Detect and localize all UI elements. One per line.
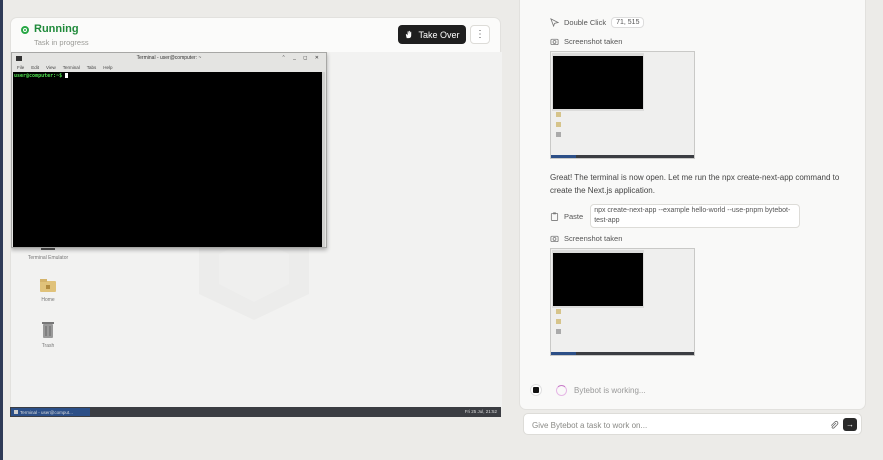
desktop-icon-label: Home: [41, 297, 55, 303]
chat-panel: Double Click 71, 515 Screenshot taken Gr…: [519, 0, 866, 410]
take-over-label: Take Over: [418, 29, 460, 40]
screenshot-label: Screenshot taken: [564, 234, 623, 243]
screenshot-row: Screenshot taken: [550, 37, 622, 46]
screenshot-row: Screenshot taken: [550, 234, 622, 243]
menu-file[interactable]: File: [17, 65, 24, 70]
paste-label: Paste: [564, 211, 584, 221]
chat-input-box: →: [523, 413, 862, 435]
bytebot-avatar-icon: [530, 384, 542, 396]
terminal-menubar: File Edit View Terminal Tabs Help: [12, 63, 326, 71]
taskbar-item-terminal[interactable]: Terminal - user@comput...: [11, 408, 90, 416]
clipboard-icon: [550, 211, 559, 221]
home-folder-icon: [40, 279, 56, 292]
more-vertical-icon: ⋮: [475, 29, 485, 40]
terminal-title: Terminal - user@computer: ~: [136, 55, 202, 61]
action-paste: Paste npx create-next-app --example hell…: [550, 204, 801, 228]
terminal-window[interactable]: Terminal - user@computer: ~ ⌃ _ ◻ ✕ File…: [11, 52, 327, 248]
camera-icon: [550, 38, 559, 46]
terminal-titlebar[interactable]: Terminal - user@computer: ~ ⌃ _ ◻ ✕: [12, 53, 326, 63]
take-over-button[interactable]: Take Over: [398, 25, 466, 44]
taskbar-item-label: Terminal - user@comput...: [20, 409, 73, 415]
remote-desktop[interactable]: Terminal Emulator Home Trash Terminal - …: [11, 52, 502, 408]
trash-icon: [42, 322, 54, 338]
screenshot-thumbnail[interactable]: [550, 248, 695, 356]
status-title: Running: [34, 23, 79, 35]
menu-edit[interactable]: Edit: [31, 65, 39, 70]
send-button[interactable]: →: [843, 418, 857, 431]
screenshot-label: Screenshot taken: [564, 37, 623, 46]
screenshot-thumbnail[interactable]: [550, 51, 695, 159]
desktop-panel: Running Task in progress Take Over ⋮ Ter…: [10, 17, 502, 417]
arrow-right-icon: →: [846, 420, 854, 429]
menu-tabs[interactable]: Tabs: [87, 65, 97, 70]
action-double-click: Double Click 71, 515: [550, 17, 645, 28]
coords-badge: 71, 515: [611, 17, 645, 28]
desktop-icon-home[interactable]: Home: [23, 279, 73, 303]
desktop-icon-trash[interactable]: Trash: [23, 322, 73, 349]
status-indicator-icon: [21, 26, 29, 34]
hand-icon: [406, 30, 412, 39]
taskbar-clock: Fri 25 Jul, 21:52: [464, 409, 497, 414]
working-text: Bytebot is working...: [574, 385, 646, 395]
cursor-click-icon: [550, 18, 559, 27]
desktop-icon-label: Trash: [41, 343, 55, 349]
more-options-button[interactable]: ⋮: [470, 25, 490, 44]
working-indicator: Bytebot is working...: [530, 384, 646, 396]
menu-view[interactable]: View: [46, 65, 56, 70]
window-controls[interactable]: ⌃ _ ◻ ✕: [282, 55, 322, 61]
loading-spinner-icon: [556, 384, 567, 396]
menu-help[interactable]: Help: [103, 65, 112, 70]
window-edge: [0, 0, 3, 460]
terminal-cursor: [65, 73, 69, 78]
action-label: Double Click: [564, 18, 607, 27]
terminal-scrollbar[interactable]: [322, 72, 325, 247]
terminal-icon: [14, 410, 18, 414]
camera-icon: [550, 235, 559, 243]
terminal-screen[interactable]: user@computer:~$: [13, 72, 323, 247]
status-subtitle: Task in progress: [34, 38, 89, 47]
paste-content: npx create-next-app --example hello-worl…: [590, 204, 801, 228]
paperclip-icon[interactable]: [829, 420, 839, 430]
taskbar: Terminal - user@comput... Fri 25 Jul, 21…: [10, 407, 501, 417]
menu-terminal[interactable]: Terminal: [63, 65, 80, 70]
task-input[interactable]: [532, 417, 812, 433]
desktop-icon-label: Terminal Emulator: [27, 255, 69, 261]
assistant-message: Great! The terminal is now open. Let me …: [550, 173, 840, 195]
terminal-prompt: user@computer:~$: [14, 73, 63, 79]
